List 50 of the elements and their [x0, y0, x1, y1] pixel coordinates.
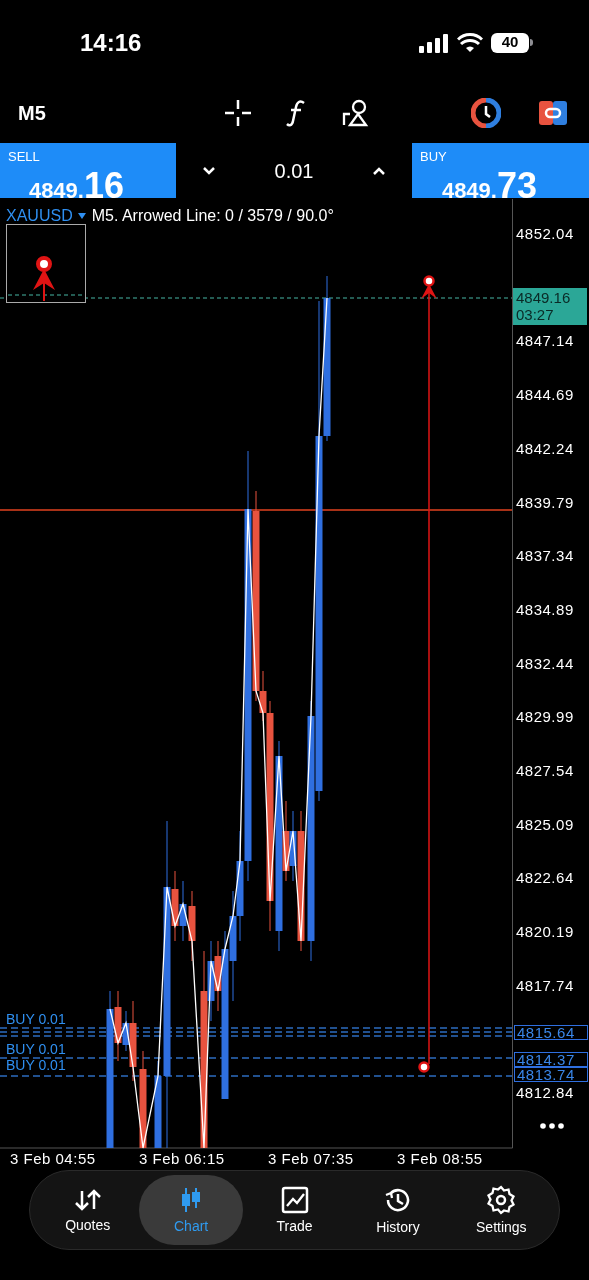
- order-label: BUY 0.01: [6, 1012, 66, 1026]
- price-label: 4812.84: [516, 1085, 574, 1102]
- arrowed-line[interactable]: [418, 275, 437, 1073]
- order-price-label: 4814.37: [514, 1052, 588, 1067]
- wifi-icon: [457, 32, 483, 53]
- dropdown-icon: [77, 213, 86, 219]
- chart-info: M5. Arrowed Line: 0 / 3579 / 90.0°: [91, 206, 334, 226]
- price-label: 4837.34: [516, 548, 574, 565]
- crosshair-icon[interactable]: [224, 98, 252, 127]
- time-label: 3 Feb 07:35: [268, 1151, 354, 1167]
- clock-time: 14:16: [80, 27, 142, 58]
- price-label: 4822.64: [516, 870, 574, 887]
- price-label: 4847.14: [516, 333, 574, 350]
- price-label: 4820.19: [516, 924, 574, 941]
- clock-icon[interactable]: [471, 97, 501, 128]
- increase-icon[interactable]: [372, 165, 386, 176]
- sort-arrows-icon: [73, 1187, 102, 1213]
- current-price-label: 4849.16 03:27: [513, 288, 587, 325]
- order-label: BUY 0.01: [6, 1058, 66, 1072]
- tab-item[interactable]: Trade: [242, 1175, 347, 1245]
- price-label: 4834.89: [516, 601, 574, 618]
- time-label: 3 Feb 08:55: [397, 1151, 483, 1167]
- signal-icon: [419, 32, 449, 53]
- price-label: 4839.79: [516, 494, 574, 511]
- tab-item[interactable]: Settings: [449, 1175, 554, 1245]
- time-label: 3 Feb 06:15: [139, 1151, 225, 1167]
- tab-item[interactable]: Chart: [139, 1175, 243, 1245]
- more-icon[interactable]: [540, 1123, 564, 1129]
- line-chart-icon: [280, 1186, 309, 1214]
- toggle-icon[interactable]: [539, 100, 567, 125]
- order-price-label: 4815.64: [514, 1025, 588, 1040]
- price-label: 4825.09: [516, 816, 574, 833]
- time-label: 3 Feb 04:55: [10, 1151, 96, 1167]
- price-label: 4842.24: [516, 440, 574, 457]
- price-label: 4817.74: [516, 977, 574, 994]
- order-price-label: 4813.74: [514, 1067, 588, 1082]
- volume-field[interactable]: 0.01: [274, 155, 314, 186]
- tab-item[interactable]: Quotes: [36, 1175, 140, 1245]
- tab-item[interactable]: History: [346, 1175, 450, 1245]
- price-label: 4829.99: [516, 709, 574, 726]
- decrease-icon[interactable]: [202, 165, 216, 176]
- shapes-icon[interactable]: [342, 98, 370, 127]
- price-label: 4852.04: [516, 226, 574, 242]
- settings-icon: [486, 1185, 517, 1215]
- price-label: 4827.54: [516, 763, 574, 779]
- symbol-selector[interactable]: XAUUSD: [6, 204, 86, 228]
- price-label: 4832.44: [516, 655, 574, 672]
- price-label: 4844.69: [516, 387, 574, 404]
- order-label: BUY 0.01: [6, 1042, 66, 1056]
- timeframe-button[interactable]: M5: [18, 97, 138, 128]
